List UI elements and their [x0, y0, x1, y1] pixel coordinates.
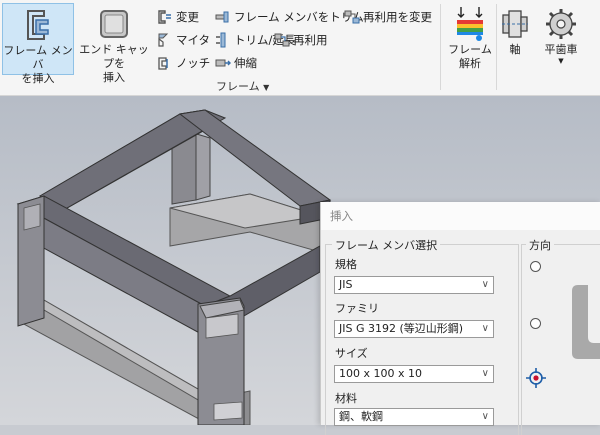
frame-member-selection-title: フレーム メンバ選択	[332, 237, 441, 253]
change-icon	[158, 9, 171, 24]
spur-gear-icon	[546, 9, 576, 39]
miter-icon	[158, 33, 169, 47]
shaft-icon	[502, 10, 528, 38]
material-dropdown[interactable]: 鋼、軟鋼 ∨	[334, 408, 494, 426]
family-dropdown[interactable]: JIS G 3192 (等辺山形鋼) ∨	[334, 320, 494, 338]
family-label: ファミリ	[335, 302, 379, 315]
chevron-down-icon: ∨	[481, 368, 489, 379]
change-button[interactable]: 変更	[157, 5, 210, 28]
frame-member-selection-group: フレーム メンバ選択 規格 JIS ∨ ファミリ JIS G 3192 (等辺山…	[325, 237, 519, 435]
standard-dropdown[interactable]: JIS ∨	[334, 276, 494, 294]
orientation-radio-middle[interactable]	[530, 318, 541, 329]
chevron-down-icon: ∨	[479, 321, 489, 337]
trim-frame-member-icon	[215, 11, 229, 22]
insert-frame-member-label-2: を挿入	[21, 72, 55, 85]
spur-gear-button[interactable]: 平歯車 ▼	[536, 3, 586, 69]
miter-button[interactable]: マイタ	[157, 28, 210, 51]
material-label: 材料	[335, 392, 357, 405]
ribbon-col-3: 再利用を変更 再利用	[274, 5, 432, 51]
frame-group-label-text: フレーム	[216, 80, 260, 93]
ribbon: フレーム メンバ を挿入 エンド キャップを 挿入 変更 マイタ ノッチ フレー…	[0, 0, 600, 96]
notch-label: ノッチ	[176, 55, 211, 70]
chevron-down-icon: ▼	[263, 83, 270, 92]
change-label: 変更	[176, 9, 199, 24]
shaft-button[interactable]: 軸	[498, 3, 532, 63]
chevron-down-icon: ∨	[481, 411, 489, 422]
trim-frame-member-button[interactable]: フレーム メンバをトリム	[215, 5, 364, 28]
chevron-down-icon: ∨	[481, 279, 489, 290]
reuse-button[interactable]: 再利用	[274, 28, 432, 51]
end-cap-label-2: 挿入	[103, 71, 125, 84]
orientation-group: 方向	[521, 237, 600, 435]
size-label: サイズ	[335, 347, 368, 360]
frame-analysis-button[interactable]: フレーム 解析	[446, 3, 494, 75]
change-reuse-label: 再利用を変更	[363, 9, 432, 24]
dialog-title[interactable]: 挿入	[321, 202, 600, 230]
orientation-radio-top[interactable]	[530, 261, 541, 272]
frame-analysis-icon	[457, 7, 483, 41]
frame-analysis-label-2: 解析	[459, 57, 481, 70]
insert-frame-member-icon	[27, 10, 49, 40]
angle-profile-preview-icon	[572, 285, 600, 359]
insert-dialog[interactable]: 挿入 フレーム メンバ選択 規格 JIS ∨ ファミリ JIS G 3192 (…	[320, 202, 600, 435]
lengthen-label: 伸縮	[234, 55, 257, 70]
standard-label: 規格	[335, 258, 357, 271]
material-value: 鋼、軟鋼	[339, 410, 383, 423]
shaft-label: 軸	[509, 43, 521, 56]
spur-gear-label: 平歯車	[544, 43, 578, 56]
miter-label: マイタ	[176, 32, 211, 47]
reuse-icon	[274, 33, 290, 46]
crosshair-icon[interactable]	[525, 367, 547, 389]
change-reuse-icon	[344, 10, 360, 23]
size-dropdown[interactable]: 100 x 100 x 10 ∨	[334, 365, 494, 383]
ribbon-col-1: 変更 マイタ ノッチ	[157, 5, 210, 74]
end-cap-label-1: エンド キャップを	[79, 43, 149, 70]
insert-frame-member-label-1: フレーム メンバ	[3, 44, 73, 71]
notch-icon	[158, 56, 168, 70]
frame-analysis-label-1: フレーム	[448, 43, 492, 56]
orientation-title: 方向	[526, 237, 554, 253]
end-cap-icon	[100, 10, 128, 38]
ribbon-separator	[440, 4, 441, 90]
ribbon-separator	[496, 4, 497, 90]
notch-button[interactable]: ノッチ	[157, 51, 210, 74]
insert-end-cap-button[interactable]: エンド キャップを 挿入	[76, 3, 152, 84]
chevron-down-icon: ▼	[558, 57, 564, 65]
family-value: JIS G 3192 (等辺山形鋼)	[339, 322, 464, 335]
frame-group-label[interactable]: フレーム ▼	[216, 78, 269, 94]
reuse-label: 再利用	[293, 32, 328, 47]
insert-frame-member-button[interactable]: フレーム メンバ を挿入	[2, 3, 74, 85]
trim-extend-icon	[216, 32, 226, 47]
lengthen-button[interactable]: 伸縮	[215, 51, 364, 74]
change-reuse-button[interactable]: 再利用を変更	[344, 5, 432, 28]
lengthen-icon	[215, 59, 231, 66]
size-value: 100 x 100 x 10	[339, 367, 422, 380]
standard-value: JIS	[339, 278, 353, 291]
